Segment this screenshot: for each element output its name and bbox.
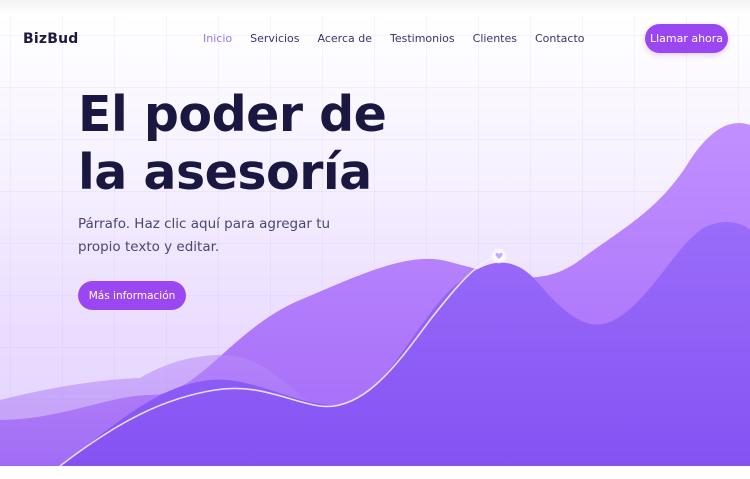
hero-title-line-1: El poder de: [78, 86, 387, 143]
main-navigation: Inicio Servicios Acerca de Testimonios C…: [203, 32, 603, 45]
nav-item-acerca-de[interactable]: Acerca de: [318, 32, 372, 45]
more-info-button[interactable]: Más información: [78, 281, 186, 310]
site-logo[interactable]: BizBud: [23, 31, 78, 47]
nav-item-clientes[interactable]: Clientes: [473, 32, 517, 45]
nav-item-servicios[interactable]: Servicios: [250, 32, 299, 45]
hero-title-line-2: la asesoría: [78, 144, 372, 201]
call-now-button[interactable]: Llamar ahora: [645, 24, 728, 53]
heart-icon: [491, 248, 507, 264]
nav-item-inicio[interactable]: Inicio: [203, 32, 232, 45]
site-header: BizBud Inicio Servicios Acerca de Testim…: [0, 22, 750, 58]
nav-item-testimonios[interactable]: Testimonios: [390, 32, 455, 45]
hero-paragraph: Párrafo. Haz clic aquí para agregar tu p…: [78, 216, 331, 255]
nav-item-contacto[interactable]: Contacto: [535, 32, 585, 45]
hero-title: El poder de la asesoría: [78, 86, 418, 202]
